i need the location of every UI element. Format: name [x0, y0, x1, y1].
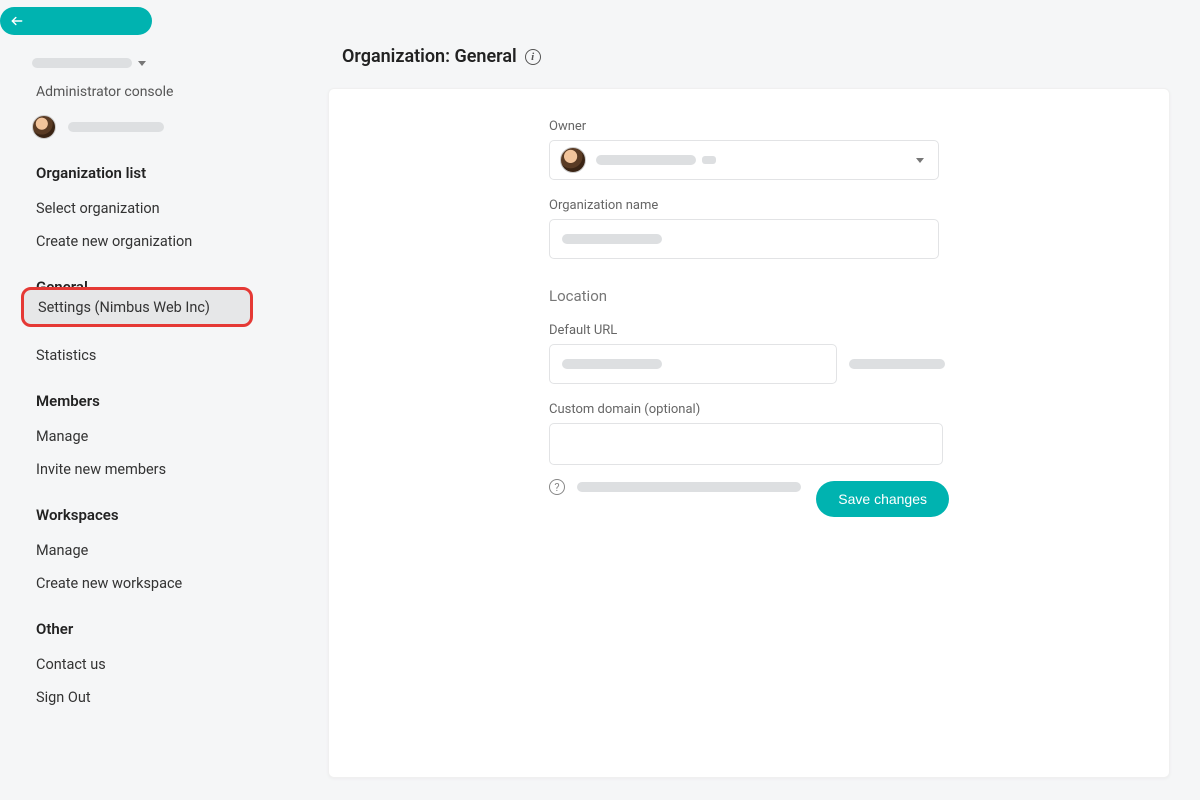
org-name-label: Organization name	[549, 198, 949, 213]
owner-select[interactable]	[549, 140, 939, 180]
default-url-input[interactable]	[549, 344, 837, 384]
nav-item-statistics[interactable]: Statistics	[36, 339, 296, 372]
settings-form: Owner Organization name Location Default…	[549, 119, 949, 495]
org-name-value-placeholder	[562, 234, 662, 244]
owner-name-placeholder	[596, 155, 696, 165]
org-switcher[interactable]	[32, 58, 146, 68]
user-avatar	[32, 115, 56, 139]
default-url-value-placeholder	[562, 359, 662, 369]
sidebar: Administrator console Organization list …	[0, 0, 325, 800]
nav-item-create-workspace[interactable]: Create new workspace	[36, 567, 296, 600]
back-button[interactable]	[0, 7, 152, 35]
page-title-row: Organization: General i	[342, 46, 541, 67]
location-section-label: Location	[549, 287, 949, 305]
org-name-placeholder	[32, 58, 132, 68]
nav-item-create-organization[interactable]: Create new organization	[36, 225, 296, 258]
url-suffix-placeholder	[849, 359, 945, 369]
owner-avatar	[560, 147, 586, 173]
nav-group-workspaces: Workspaces	[36, 506, 296, 524]
nav-item-settings[interactable]: Settings (Nimbus Web Inc)	[21, 287, 253, 327]
owner-label: Owner	[549, 119, 949, 134]
org-name-input[interactable]	[549, 219, 939, 259]
nav-item-workspaces-manage[interactable]: Manage	[36, 534, 296, 567]
custom-domain-input[interactable]	[549, 423, 943, 465]
user-name-placeholder	[68, 122, 164, 132]
nav-item-sign-out[interactable]: Sign Out	[36, 681, 296, 714]
admin-console-label: Administrator console	[36, 84, 173, 100]
owner-tag-placeholder	[702, 156, 716, 164]
nav-item-members-manage[interactable]: Manage	[36, 420, 296, 453]
help-icon[interactable]: ?	[549, 479, 565, 495]
help-text-placeholder	[577, 482, 801, 492]
nav-group-other: Other	[36, 620, 296, 638]
chevron-down-icon	[138, 61, 146, 66]
nav-group-organization-list: Organization list	[36, 164, 296, 182]
nav-item-invite-members[interactable]: Invite new members	[36, 453, 296, 486]
chevron-down-icon	[916, 158, 924, 163]
nav-item-select-organization[interactable]: Select organization	[36, 192, 296, 225]
default-url-row	[549, 344, 949, 384]
nav-item-settings-label: Settings (Nimbus Web Inc)	[38, 299, 210, 316]
save-changes-button[interactable]: Save changes	[816, 481, 949, 517]
app-frame: { "header": { "admin_console_label": "Ad…	[0, 0, 1200, 800]
current-user-row[interactable]	[32, 115, 164, 139]
page-title: Organization: General	[342, 46, 517, 67]
nav-item-contact-us[interactable]: Contact us	[36, 648, 296, 681]
info-icon[interactable]: i	[525, 49, 541, 65]
nav-group-members: Members	[36, 392, 296, 410]
settings-panel: Owner Organization name Location Default…	[328, 88, 1170, 778]
custom-domain-label: Custom domain (optional)	[549, 402, 949, 417]
sidebar-nav: Organization list Select organization Cr…	[36, 164, 296, 714]
arrow-left-icon	[10, 14, 24, 28]
default-url-label: Default URL	[549, 323, 949, 338]
